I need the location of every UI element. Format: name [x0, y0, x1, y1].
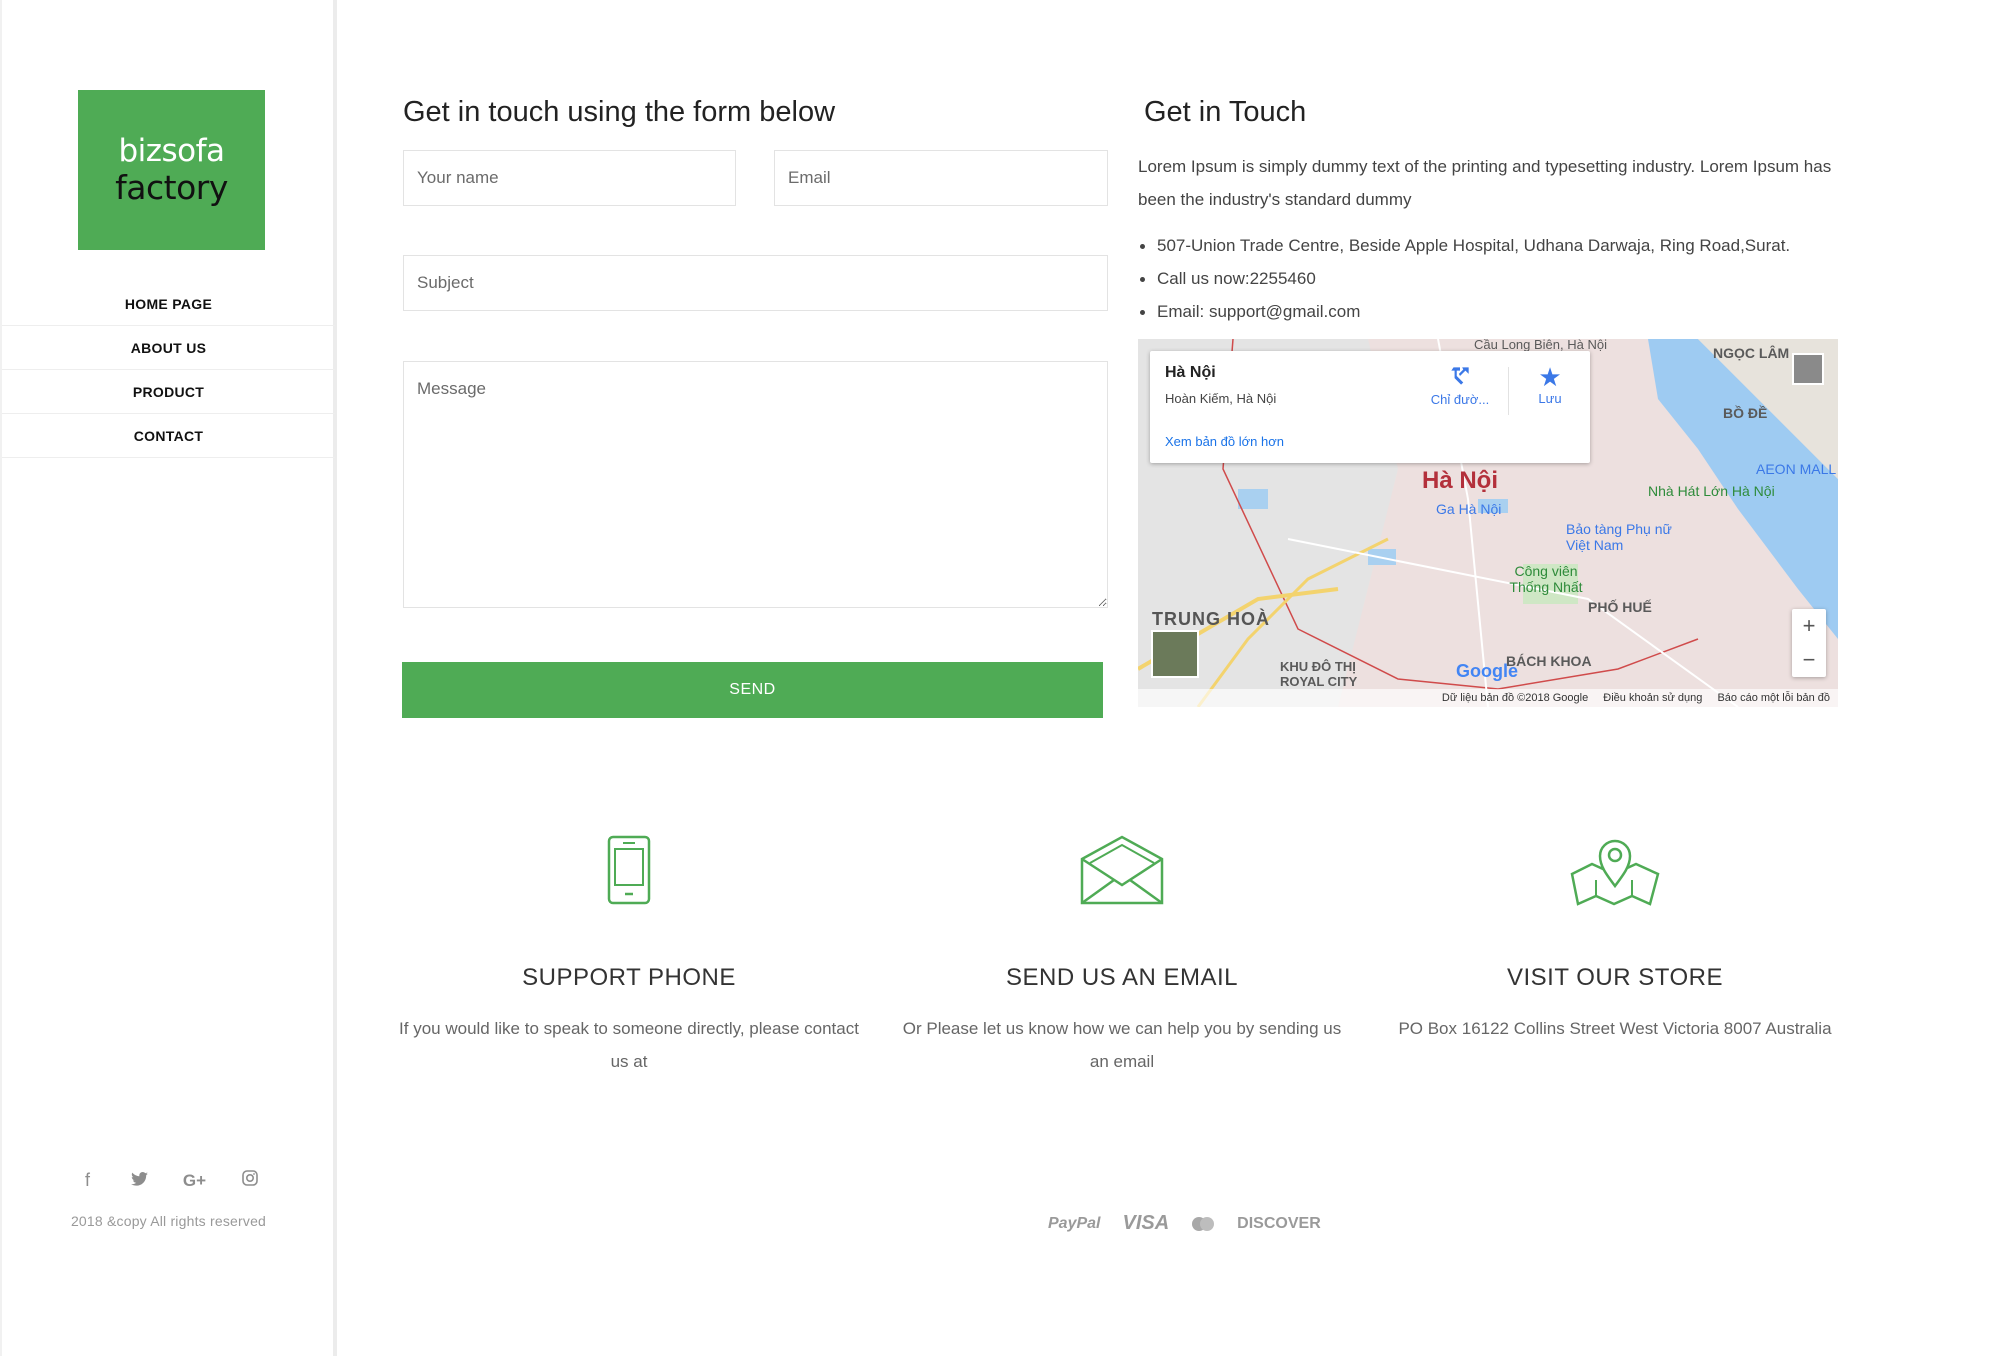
nav-item-about[interactable]: ABOUT US: [2, 326, 335, 370]
info-intro: Lorem Ipsum is simply dummy text of the …: [1138, 157, 1832, 209]
map-pho-hue-label: PHỐ HUẾ: [1588, 599, 1652, 615]
map-city-label: Hà Nội: [1422, 467, 1499, 494]
map-trung-hoa-label: TRUNG HOÀ: [1152, 609, 1270, 629]
star-icon: ★: [1538, 362, 1562, 392]
map-royal-city-label: KHU ĐÔ THỊ ROYAL CITY: [1280, 659, 1358, 689]
save-label: Lưu: [1538, 391, 1562, 406]
email-item: Email: support@gmail.com: [1138, 295, 1858, 328]
logo-line-2: factory: [115, 168, 228, 207]
map-aeon-label: AEON MALL: [1756, 461, 1837, 477]
social-links: f G+: [2, 1170, 335, 1191]
discover-logo: DISCOVER: [1237, 1214, 1321, 1232]
map-info-card: Hà Nội Hoàn Kiếm, Hà Nội Xem bản đồ lớn …: [1150, 351, 1590, 463]
send-button[interactable]: SEND: [402, 662, 1103, 718]
main-nav: HOME PAGE ABOUT US PRODUCT CONTACT: [2, 282, 335, 458]
phone-icon: [399, 830, 859, 910]
contact-details-list: 507-Union Trade Centre, Beside Apple Hos…: [1138, 229, 1858, 328]
address-item: 507-Union Trade Centre, Beside Apple Hos…: [1138, 229, 1858, 262]
map-attribution: Dữ liệu bản đồ ©2018 Google Điều khoản s…: [1138, 689, 1838, 707]
twitter-icon[interactable]: [129, 1170, 151, 1191]
directions-button[interactable]: Chỉ đườ...: [1425, 363, 1495, 407]
brand-logo[interactable]: bizsofa factory: [78, 90, 265, 250]
feature-title: SEND US AN EMAIL: [1005, 964, 1239, 991]
feature-email: SEND US AN EMAIL Or Please let us know h…: [892, 830, 1352, 1078]
nav-item-home[interactable]: HOME PAGE: [2, 282, 335, 326]
map-park-label: Công viên Thống Nhất: [1509, 563, 1583, 595]
instagram-icon[interactable]: [239, 1170, 261, 1191]
view-larger-map-link[interactable]: Xem bản đồ lớn hơn: [1165, 434, 1284, 449]
map-terms-link[interactable]: Điều khoản sử dụng: [1603, 692, 1702, 704]
nav-item-contact[interactable]: CONTACT: [2, 414, 335, 458]
feature-text: PO Box 16122 Collins Street West Victori…: [1398, 1019, 1832, 1038]
map-bo-de-label: BỒ ĐỀ: [1723, 405, 1768, 421]
feature-store: VISIT OUR STORE PO Box 16122 Collins Str…: [1385, 830, 1845, 1045]
logo-line-1: bizsofa: [118, 133, 225, 169]
directions-icon: [1451, 367, 1469, 385]
facebook-icon[interactable]: f: [77, 1170, 99, 1191]
feature-title: SUPPORT PHONE: [522, 964, 736, 991]
zoom-out-button[interactable]: −: [1792, 643, 1826, 677]
map-opera-label: Nhà Hát Lớn Hà Nội: [1648, 483, 1775, 499]
payment-methods: PayPal VISA DISCOVER: [1048, 1212, 1321, 1235]
phone-item: Call us now:2255460: [1138, 262, 1858, 295]
feature-text: Or Please let us know how we can help yo…: [902, 1019, 1342, 1071]
directions-label: Chỉ đườ...: [1430, 392, 1490, 407]
map-place-address: Hoàn Kiếm, Hà Nội: [1165, 391, 1277, 406]
google-logo: Google: [1456, 661, 1518, 681]
email-input[interactable]: [774, 150, 1108, 206]
map-pin-icon: [1385, 830, 1845, 910]
map-report-link[interactable]: Báo cáo một lỗi bản đồ: [1717, 692, 1830, 704]
google-plus-icon[interactable]: G+: [181, 1171, 209, 1191]
map-card-divider: [1508, 367, 1509, 415]
map-zoom-controls: + −: [1792, 609, 1826, 677]
info-title: Get in Touch: [1144, 96, 1307, 128]
subject-input[interactable]: [403, 255, 1108, 311]
feature-text: If you would like to speak to someone di…: [399, 1019, 859, 1071]
map-data-credit: Dữ liệu bản đồ ©2018 Google: [1441, 692, 1589, 704]
paypal-logo: PayPal: [1048, 1214, 1101, 1232]
nav-item-product[interactable]: PRODUCT: [2, 370, 335, 414]
zoom-in-button[interactable]: +: [1792, 609, 1826, 643]
map-ngoc-lam-label: NGỌC LÂM: [1713, 345, 1790, 361]
save-place-button[interactable]: ★ Lưu: [1525, 363, 1575, 406]
sidebar: bizsofa factory HOME PAGE ABOUT US PRODU…: [0, 0, 337, 1356]
map-museum-label: Bảo tàng Phụ nữ Việt Nam: [1566, 521, 1672, 553]
embedded-map[interactable]: Hà Nội Ga Hà Nội TRUNG HOÀ BÁCH KHOA PHỐ…: [1138, 339, 1838, 707]
map-place-name: Hà Nội: [1165, 364, 1216, 381]
user-avatar[interactable]: [1792, 353, 1824, 385]
feature-support-phone: SUPPORT PHONE If you would like to speak…: [399, 830, 859, 1078]
copyright-text: 2018 &copy All rights reserved: [70, 1213, 267, 1229]
name-input[interactable]: [403, 150, 736, 206]
mastercard-icon: [1192, 1216, 1215, 1231]
map-station-label: Ga Hà Nội: [1436, 501, 1502, 517]
map-bach-khoa-label: BÁCH KHOA: [1506, 653, 1592, 669]
message-textarea[interactable]: [403, 361, 1108, 608]
visa-logo: VISA: [1122, 1212, 1170, 1234]
feature-title: VISIT OUR STORE: [1507, 964, 1723, 991]
form-title: Get in touch using the form below: [403, 96, 836, 128]
envelope-icon: [892, 830, 1352, 910]
